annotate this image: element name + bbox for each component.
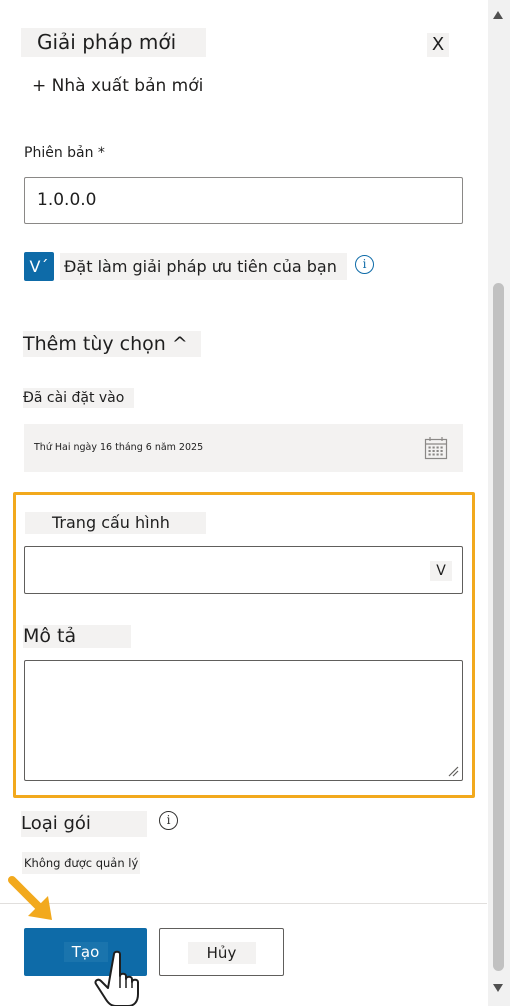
package-type-label: Loại gói — [21, 811, 147, 837]
new-publisher-link[interactable]: + Nhà xuất bản mới — [32, 74, 203, 98]
panel-title: Giải pháp mới — [21, 28, 206, 57]
config-page-select[interactable] — [24, 546, 463, 594]
scroll-up-icon[interactable] — [491, 8, 505, 22]
config-page-label: Trang cấu hình — [25, 512, 206, 534]
more-options-toggle[interactable]: Thêm tùy chọn ^ — [23, 331, 201, 357]
cancel-button-label: Hủy — [187, 941, 256, 964]
hand-cursor-icon — [94, 950, 139, 1006]
installed-on-date-value: Thứ Hai ngày 16 tháng 6 năm 2025 — [34, 442, 204, 453]
version-label: Phiên bản * — [24, 145, 105, 161]
chevron-down-icon[interactable]: V — [430, 561, 452, 581]
scroll-down-icon[interactable] — [491, 981, 505, 995]
preferred-label: Đặt làm giải pháp ưu tiên của bạn — [60, 253, 347, 280]
info-icon[interactable]: i — [159, 811, 178, 830]
info-icon[interactable]: i — [355, 255, 374, 274]
installed-on-label: Đã cài đặt vào — [23, 388, 134, 408]
scrollbar-thumb[interactable] — [493, 283, 504, 971]
description-textarea[interactable] — [24, 660, 463, 781]
description-label: Mô tả — [23, 625, 131, 648]
close-button[interactable]: X — [427, 33, 449, 57]
installed-on-date-field[interactable]: Thứ Hai ngày 16 tháng 6 năm 2025 — [24, 424, 463, 472]
resize-handle-icon[interactable] — [447, 765, 459, 777]
version-input[interactable]: 1.0.0.0 — [24, 177, 463, 224]
footer-divider — [0, 903, 487, 904]
calendar-icon[interactable] — [424, 436, 448, 460]
pointer-arrow-icon — [8, 876, 52, 920]
cancel-button[interactable]: Hủy — [159, 928, 284, 976]
preferred-checkbox[interactable]: V´ — [24, 252, 54, 281]
